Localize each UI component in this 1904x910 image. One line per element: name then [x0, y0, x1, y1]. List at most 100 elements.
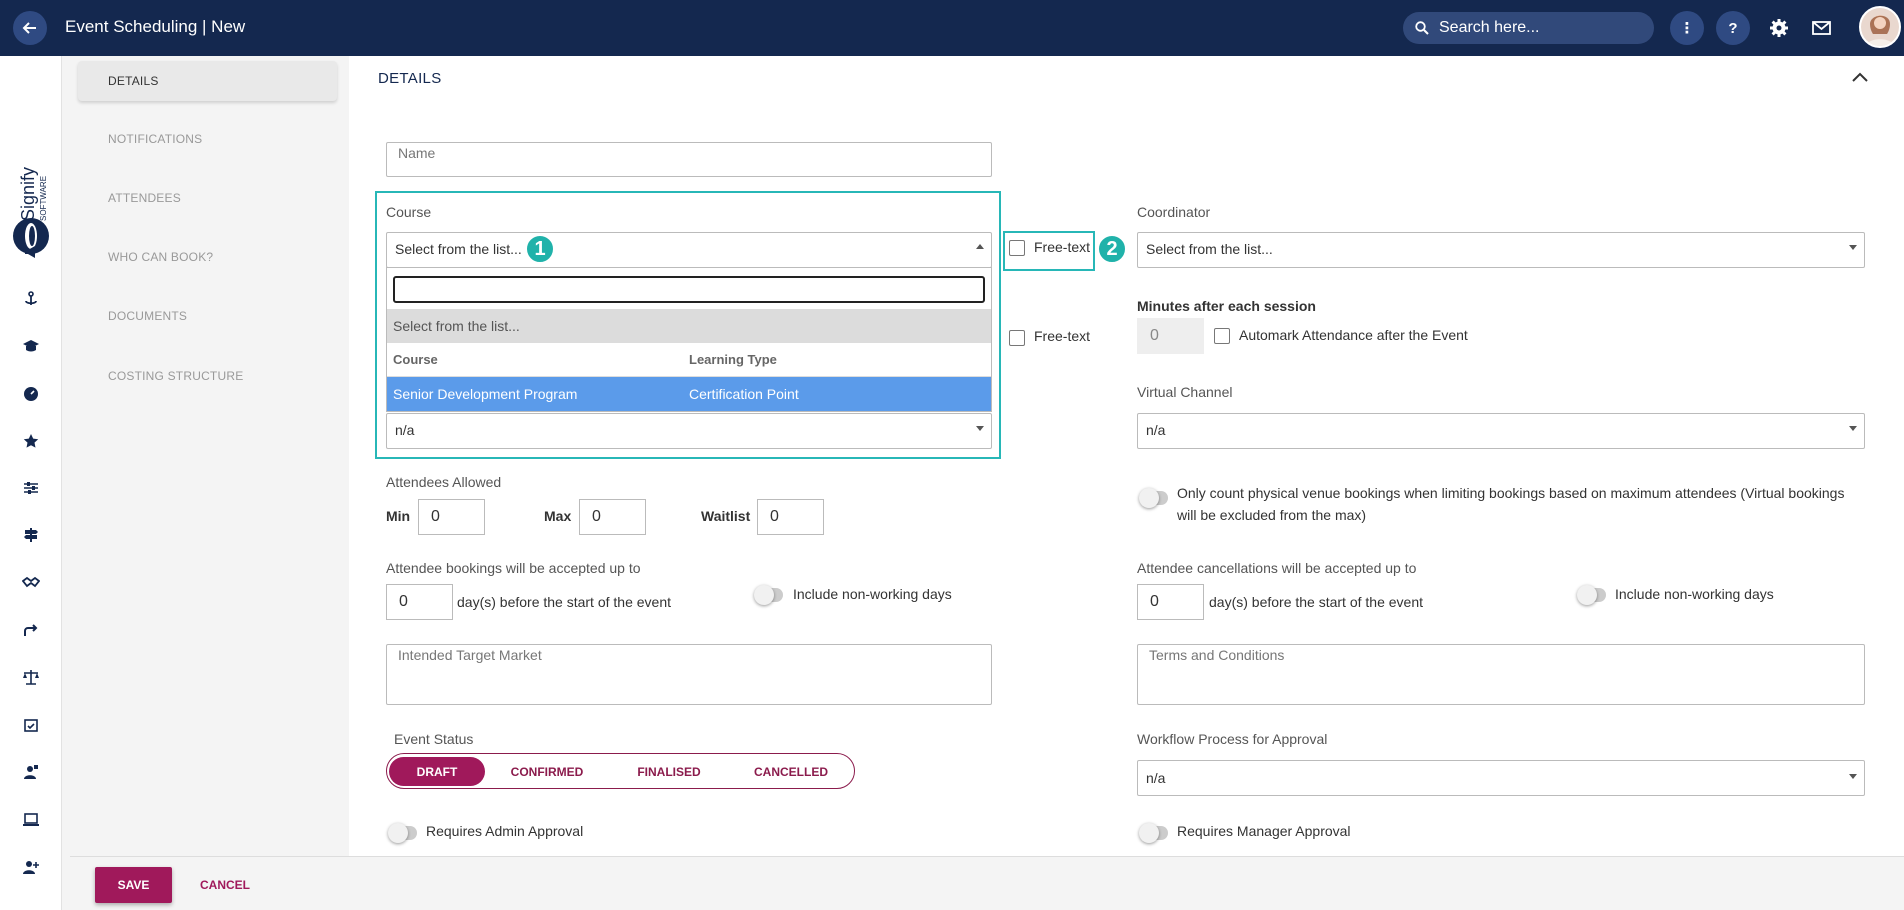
physical-only-toggle[interactable] [1139, 488, 1168, 508]
caret-down-icon [1849, 774, 1857, 779]
column-header-course: Course [393, 352, 438, 367]
minutes-input[interactable]: 0 [1137, 318, 1204, 354]
include-nonworking-label: Include non-working days [1615, 586, 1774, 602]
app-sidebar: Signify SOFTWARE [0, 56, 62, 910]
help-button[interactable]: ? [1716, 11, 1750, 45]
nav-item-attendees[interactable]: ATTENDEES [78, 178, 337, 218]
settings-button[interactable] [1767, 16, 1791, 40]
gear-icon [1770, 19, 1788, 37]
virtual-channel-select[interactable] [1137, 413, 1865, 449]
name-field[interactable] [386, 142, 992, 177]
min-label: Min [386, 508, 411, 524]
min-input[interactable]: 0 [418, 499, 485, 535]
nav-item-label: ATTENDEES [108, 191, 181, 205]
nav-item-label: COSTING STRUCTURE [108, 369, 244, 383]
secondary-select[interactable] [386, 413, 992, 449]
course-dropdown-search-input[interactable] [393, 276, 985, 303]
route-icon[interactable] [19, 618, 43, 642]
top-bar: Event Scheduling | New Search here... ⋮ … [0, 0, 1904, 56]
page-title: Event Scheduling | New [65, 17, 246, 36]
dropdown-option-default[interactable]: Select from the list... [387, 309, 991, 343]
save-button[interactable]: SAVE [95, 867, 172, 903]
star-icon[interactable] [19, 429, 43, 453]
nav-item-who-can-book[interactable]: WHO CAN BOOK? [78, 237, 337, 277]
workflow-label: Workflow Process for Approval [1137, 731, 1328, 747]
add-user-icon[interactable] [19, 855, 43, 879]
option-label: Select from the list... [393, 318, 520, 334]
coordinator-label: Coordinator [1137, 204, 1211, 220]
automark-label: Automark Attendance after the Event [1239, 327, 1468, 343]
manager-approval-label: Requires Manager Approval [1177, 823, 1351, 839]
secondary-select-value: n/a [395, 422, 415, 438]
minutes-label: Minutes after each session [1137, 298, 1316, 314]
status-confirmed-button[interactable]: CONFIRMED [487, 757, 607, 786]
signpost-icon[interactable] [19, 523, 43, 547]
avatar-image [1861, 8, 1899, 46]
back-button[interactable] [13, 11, 47, 45]
virtual-channel-value: n/a [1146, 422, 1166, 438]
more-vertical-icon: ⋮ [1679, 20, 1695, 37]
svg-text:Signify: Signify [18, 167, 38, 221]
calendar-check-icon[interactable] [19, 713, 43, 737]
help-icon: ? [1728, 19, 1738, 37]
messages-button[interactable] [1810, 16, 1834, 40]
signify-logo: Signify SOFTWARE [10, 86, 54, 256]
free-text-label: Free-text [1034, 239, 1091, 255]
graduation-cap-icon[interactable] [19, 334, 43, 358]
nav-item-costing-structure[interactable]: COSTING STRUCTURE [78, 356, 337, 396]
handshake-icon[interactable] [19, 571, 43, 595]
scales-icon[interactable] [19, 665, 43, 689]
option-course: Senior Development Program [393, 386, 578, 402]
callout-badge-1: 1 [525, 234, 555, 264]
status-draft-button[interactable]: DRAFT [389, 757, 485, 786]
waitlist-input[interactable]: 0 [757, 499, 824, 535]
status-finalised-button[interactable]: FINALISED [609, 757, 729, 786]
free-text-checkbox-course[interactable] [1009, 240, 1025, 256]
dashboard-gauge-icon[interactable] [19, 382, 43, 406]
option-learning-type: Certification Point [689, 386, 799, 402]
max-input[interactable]: 0 [579, 499, 646, 535]
cancel-button[interactable]: CANCEL [185, 867, 265, 903]
event-status-toggle-group: DRAFT CONFIRMED FINALISED CANCELLED [386, 753, 855, 789]
attendees-allowed-label: Attendees Allowed [386, 474, 502, 490]
bookings-days-input[interactable]: 0 [386, 584, 453, 620]
cancellations-days-input[interactable]: 0 [1137, 584, 1204, 620]
coordinator-select-value: Select from the list... [1146, 241, 1273, 257]
search-bar[interactable]: Search here... [1403, 12, 1654, 44]
admin-approval-toggle[interactable] [388, 823, 417, 843]
more-options-button[interactable]: ⋮ [1670, 11, 1704, 45]
section-nav: DETAILS NOTIFICATIONS ATTENDEES WHO CAN … [70, 56, 343, 856]
free-text-checkbox-secondary[interactable] [1009, 330, 1025, 346]
workflow-select[interactable] [1137, 760, 1865, 796]
nav-item-documents[interactable]: DOCUMENTS [78, 296, 337, 336]
megaphone-icon[interactable] [19, 240, 43, 264]
panel-title: DETAILS [378, 70, 442, 87]
laptop-icon[interactable] [19, 808, 43, 832]
user-badge-icon[interactable] [19, 760, 43, 784]
sliders-icon[interactable] [19, 476, 43, 500]
max-label: Max [544, 508, 572, 524]
cancellations-nonworking-toggle[interactable] [1577, 585, 1606, 605]
status-cancelled-button[interactable]: CANCELLED [731, 757, 851, 786]
dropdown-option-row[interactable]: Senior Development Program Certification… [387, 377, 991, 411]
bookings-label: Attendee bookings will be accepted up to [386, 560, 641, 576]
anchor-icon[interactable] [19, 287, 43, 311]
include-nonworking-label: Include non-working days [793, 586, 952, 602]
user-avatar[interactable] [1859, 6, 1901, 48]
nav-item-notifications[interactable]: NOTIFICATIONS [78, 119, 337, 159]
manager-approval-toggle[interactable] [1139, 823, 1168, 843]
nav-item-label: NOTIFICATIONS [108, 132, 203, 146]
search-input[interactable]: Search here... [1439, 19, 1540, 37]
course-label: Course [386, 204, 432, 220]
admin-approval-label: Requires Admin Approval [426, 823, 584, 839]
days-before-label: day(s) before the start of the event [457, 594, 672, 610]
collapse-button[interactable] [1848, 66, 1872, 90]
dropdown-column-headers: Course Learning Type [387, 343, 991, 377]
event-status-label: Event Status [394, 731, 474, 747]
nav-item-details[interactable]: DETAILS [78, 61, 337, 101]
terms-placeholder: Terms and Conditions [1149, 647, 1285, 663]
automark-checkbox[interactable] [1214, 328, 1230, 344]
free-text-label: Free-text [1034, 328, 1091, 344]
svg-text:SOFTWARE: SOFTWARE [39, 176, 48, 221]
bookings-nonworking-toggle[interactable] [754, 585, 783, 605]
